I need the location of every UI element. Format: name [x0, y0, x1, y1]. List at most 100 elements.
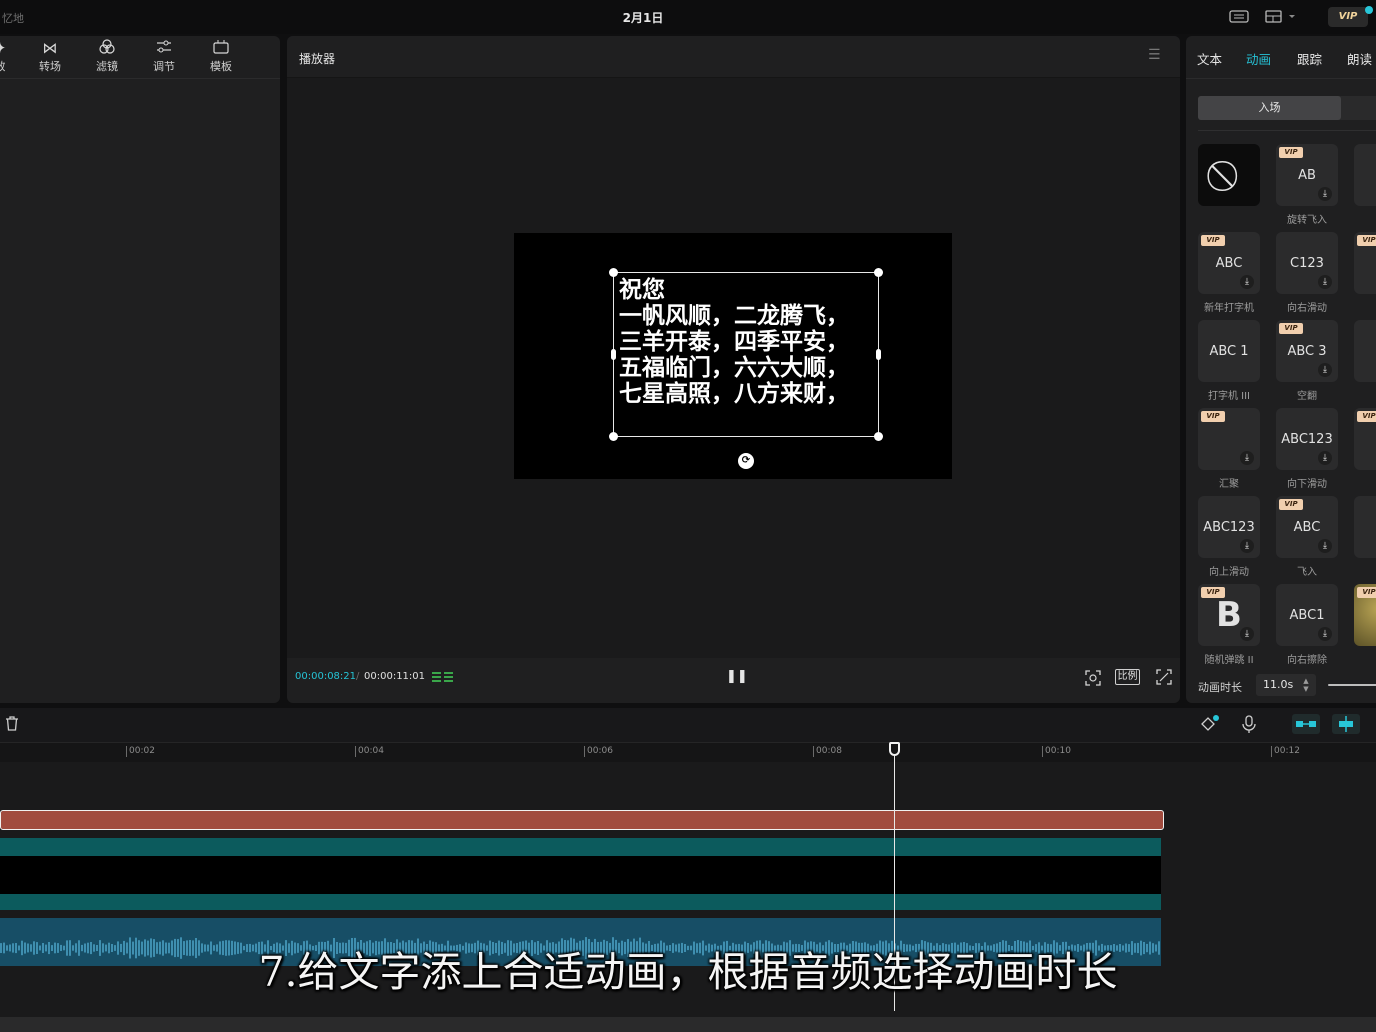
animation-card[interactable]: ABC 3 VIP ⤓	[1276, 320, 1338, 382]
notification-dot	[1365, 6, 1373, 14]
transition-icon: ⋈	[42, 39, 58, 57]
tool-adjust[interactable]: 调节	[139, 38, 189, 74]
link-clips-icon[interactable]	[1292, 714, 1320, 734]
download-icon[interactable]: ⤓	[1240, 539, 1254, 553]
tool-effects[interactable]: ✦ 效	[0, 38, 25, 74]
timeline-toolbar	[0, 708, 1376, 742]
video-clip-bottom[interactable]	[0, 894, 1161, 910]
download-icon[interactable]: ⤓	[1240, 275, 1254, 289]
subtab-in[interactable]: 入场	[1198, 96, 1341, 120]
download-icon[interactable]: ⤓	[1318, 451, 1332, 465]
player-title: 播放器	[299, 52, 336, 66]
download-icon[interactable]: ⤓	[1318, 627, 1332, 641]
fullscreen-icon[interactable]	[1156, 669, 1172, 687]
title-bar: 忆地 2月1日 VIP	[0, 0, 1376, 34]
download-icon[interactable]: ⤓	[1318, 539, 1332, 553]
fit-screen-icon[interactable]	[1084, 669, 1102, 687]
resize-handle-bottom-left[interactable]	[609, 432, 618, 441]
effects-icon: ✦	[0, 38, 25, 58]
window-title: 2月1日	[622, 11, 664, 25]
vip-badge-icon: VIP	[1279, 323, 1303, 334]
animation-card-label: 向右滑动	[1287, 303, 1327, 314]
tab-read-aloud[interactable]: 朗读	[1347, 49, 1372, 68]
caption-text[interactable]: 祝您 一帆风顺，二龙腾飞， 三羊开泰，四季平安， 五福临门，六六大顺， 七星高照…	[619, 277, 849, 407]
tab-text[interactable]: 文本	[1197, 49, 1222, 68]
keyframe-magic-icon[interactable]	[1198, 714, 1220, 734]
pause-button[interactable]: ❚❚	[726, 669, 748, 685]
delete-icon[interactable]	[5, 716, 21, 732]
menu-icon[interactable]: ☰	[1148, 47, 1164, 63]
animation-card[interactable]: AB	[1354, 320, 1376, 382]
animation-card-label: 飞入	[1297, 567, 1317, 578]
rotate-icon[interactable]: ⟳	[738, 453, 754, 469]
animation-card-label: 新年打字机	[1204, 303, 1254, 314]
resize-handle-top-left[interactable]	[609, 268, 618, 277]
keyboard-shortcuts-icon[interactable]	[1229, 9, 1251, 25]
tab-tracking[interactable]: 跟踪	[1297, 49, 1322, 68]
microphone-icon[interactable]	[1238, 714, 1260, 734]
download-icon[interactable]: ⤓	[1240, 627, 1254, 641]
duration-slider[interactable]	[1328, 684, 1376, 686]
vip-badge-icon: VIP	[1279, 147, 1303, 158]
animation-card[interactable]: B VIP ⤓	[1198, 584, 1260, 646]
animation-card[interactable]: ABC123 ⤓	[1276, 408, 1338, 470]
download-icon[interactable]: ⤓	[1318, 187, 1332, 201]
video-clip-top[interactable]	[0, 838, 1161, 856]
resize-handle-bottom-right[interactable]	[874, 432, 883, 441]
ruler-tick: 00:06	[584, 746, 613, 757]
animation-preview	[1354, 496, 1376, 558]
animation-card[interactable]: ABC VIP ⤓	[1276, 496, 1338, 558]
layout-menu-icon[interactable]	[1265, 9, 1299, 25]
animation-card[interactable]: AB VIP ⤓	[1276, 144, 1338, 206]
animation-card[interactable]: ABC123 ⤓	[1198, 496, 1260, 558]
animation-card[interactable]	[1354, 144, 1376, 206]
resize-handle-top-right[interactable]	[874, 268, 883, 277]
aspect-ratio-button[interactable]: 比例	[1115, 669, 1140, 685]
download-icon[interactable]: ⤓	[1318, 275, 1332, 289]
resize-handle-left[interactable]	[611, 349, 616, 360]
animation-card-label: 随机弹跳 II	[1204, 655, 1254, 666]
tool-label: 效	[0, 60, 6, 73]
animation-card[interactable]: ABC 1	[1198, 320, 1260, 382]
download-icon[interactable]: ⤓	[1318, 363, 1332, 377]
duration-label: 动画时长	[1198, 681, 1242, 694]
animation-card-label: 空翻	[1297, 391, 1317, 402]
tool-label: 滤镜	[96, 60, 118, 73]
snap-icon[interactable]	[1332, 714, 1360, 734]
vip-badge-icon: VIP	[1357, 235, 1376, 246]
tool-template[interactable]: 模板	[196, 38, 246, 74]
vip-button[interactable]: VIP	[1328, 7, 1368, 27]
animation-preview: AB	[1354, 320, 1376, 382]
tool-filter[interactable]: 滤镜	[82, 38, 132, 74]
timeline-ruler[interactable]	[0, 742, 1376, 762]
animation-card[interactable]: ⃠	[1198, 144, 1260, 206]
animation-card[interactable]: ABVIP	[1354, 232, 1376, 294]
divider	[1198, 130, 1376, 131]
vip-badge-icon: VIP	[1201, 587, 1225, 598]
download-icon[interactable]: ⤓	[1240, 451, 1254, 465]
animation-card[interactable]: ABVIP	[1354, 584, 1376, 646]
animation-card[interactable]: ABC1 ⤓	[1276, 584, 1338, 646]
animation-card[interactable]: ABC VIP ⤓	[1198, 232, 1260, 294]
resize-handle-right[interactable]	[876, 349, 881, 360]
video-clip[interactable]	[0, 856, 1161, 894]
ruler-tick: 00:08	[813, 746, 842, 757]
tool-transition[interactable]: ⋈ 转场	[25, 38, 75, 74]
playhead-handle[interactable]	[889, 742, 900, 756]
duration-stepper-icon[interactable]: ▲ ▼	[1300, 677, 1312, 693]
time-separator: /	[356, 671, 360, 682]
animation-card-label: 向下滑动	[1287, 479, 1327, 490]
animation-card[interactable]: C123 ⤓	[1276, 232, 1338, 294]
animation-preview	[1354, 144, 1376, 206]
text-clip[interactable]	[0, 810, 1164, 830]
tab-animation[interactable]: 动画	[1246, 49, 1271, 68]
player-header	[287, 36, 1180, 78]
animation-card-label: 汇聚	[1219, 479, 1239, 490]
animation-card[interactable]: VIP ⤓	[1198, 408, 1260, 470]
animation-card[interactable]	[1354, 496, 1376, 558]
divider	[1186, 78, 1376, 79]
animation-card-label: 打	[1354, 387, 1376, 402]
bottom-scrollbar[interactable]	[0, 1017, 1376, 1032]
animation-card-label: 音	[1354, 299, 1376, 314]
animation-card[interactable]: ABVIP	[1354, 408, 1376, 470]
